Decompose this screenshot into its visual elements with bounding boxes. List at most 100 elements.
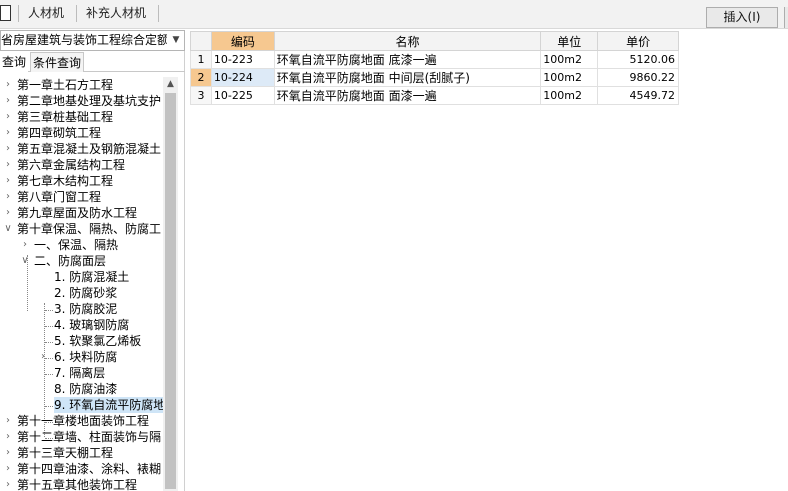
chevron-right-icon[interactable]: › (20, 237, 30, 253)
tree-node-label: 第十四章油漆、涂料、裱糊 (17, 462, 162, 476)
tree-node[interactable]: ∨ 二、防腐面层 (0, 253, 163, 269)
chevron-right-icon[interactable]: › (3, 125, 13, 141)
code-column-header[interactable]: 编码 (210, 31, 275, 51)
tree-scrollbar[interactable]: ▲ (163, 77, 178, 491)
name-cell[interactable]: 环氧自流平防腐地面 中间层(刮腻子) (273, 68, 542, 87)
tree-node-label: 1. 防腐混凝土 (54, 270, 130, 284)
chevron-right-icon[interactable]: › (3, 93, 13, 109)
chevron-right-icon[interactable]: › (3, 445, 13, 461)
chevron-right-icon[interactable]: › (3, 189, 13, 205)
tree-node[interactable]: › 第三章桩基础工程 (0, 109, 163, 125)
tree-node[interactable]: 2. 防腐砂浆 (0, 285, 163, 301)
name-cell[interactable]: 环氧自流平防腐地面 面漆一遍 (273, 86, 542, 105)
chevron-down-icon[interactable]: ∨ (20, 253, 30, 269)
tree-node-label: 第八章门窗工程 (17, 190, 102, 204)
tree-node[interactable]: 5. 软聚氯乙烯板 (0, 333, 163, 349)
tree-node-label: 第七章木结构工程 (17, 174, 114, 188)
tree-node-label: 第十五章其他装饰工程 (17, 478, 138, 491)
chevron-right-icon[interactable]: › (3, 413, 13, 429)
chevron-right-icon[interactable]: › (3, 205, 13, 221)
tree-node-label: 2. 防腐砂浆 (54, 286, 118, 300)
chevron-right-icon[interactable]: › (3, 477, 13, 491)
tree-node-label: 9. 环氧自流平防腐地 (54, 397, 163, 413)
tree-node-label: 第一章土石方工程 (17, 78, 114, 92)
chevron-right-icon[interactable]: › (3, 429, 13, 445)
tree-node[interactable]: › 第十三章天棚工程 (0, 445, 163, 461)
tree-node[interactable]: › 第一章土石方工程 (0, 77, 163, 93)
tree-node[interactable]: 4. 玻璃钢防腐 (0, 317, 163, 333)
tree-node-label: 第四章砌筑工程 (17, 126, 102, 140)
top-toolbar: 人材机 补充人材机 插入(I) (0, 0, 788, 29)
tree-node[interactable]: 1. 防腐混凝土 (0, 269, 163, 285)
quota-library-select[interactable]: 省房屋建筑与装饰工程综合定额 ▼ (0, 30, 185, 51)
tree-node-label: 第五章混凝土及钢筋混凝土 (17, 142, 162, 156)
scrollbar-thumb[interactable] (165, 93, 176, 489)
chevron-down-icon[interactable]: ∨ (3, 221, 13, 237)
tree-node[interactable]: 8. 防腐油漆 (0, 381, 163, 397)
table-row[interactable]: 1 10-223 环氧自流平防腐地面 底漆一遍 100m2 5120.06 (190, 50, 679, 69)
tree-node-label: 7. 隔离层 (54, 366, 106, 380)
chevron-right-icon[interactable]: › (3, 157, 13, 173)
tree-node[interactable]: › 第九章屋面及防水工程 (0, 205, 163, 221)
tree-node-label: 第十三章天棚工程 (17, 446, 114, 460)
table-header-row: 编码 名称 单位 单价 (190, 31, 679, 51)
tree-node[interactable]: 3. 防腐胶泥 (0, 301, 163, 317)
unit-cell[interactable]: 100m2 (540, 68, 599, 87)
unit-cell[interactable]: 100m2 (540, 86, 599, 105)
code-cell[interactable]: 10-225 (210, 86, 275, 105)
chevron-down-icon[interactable]: ▼ (168, 31, 184, 50)
chevron-right-icon[interactable]: › (38, 349, 48, 365)
row-number: 3 (190, 86, 212, 105)
tree-node[interactable]: › 第十四章油漆、涂料、裱糊 (0, 461, 163, 477)
toolbar-divider (18, 5, 19, 22)
unit-cell[interactable]: 100m2 (540, 50, 599, 69)
tree-node[interactable]: › 第二章地基处理及基坑支护 (0, 93, 163, 109)
price-column-header[interactable]: 单价 (597, 31, 679, 51)
price-cell[interactable]: 5120.06 (597, 50, 679, 69)
tree-node[interactable]: 7. 隔离层 (0, 365, 163, 381)
tree-node-label: 第九章屋面及防水工程 (17, 206, 138, 220)
tree-node-label: 第六章金属结构工程 (17, 158, 126, 172)
chevron-right-icon[interactable]: › (3, 77, 13, 93)
tree-node[interactable]: ∨ 第十章保温、隔热、防腐工 (0, 221, 163, 237)
code-cell[interactable]: 10-224 (210, 68, 275, 87)
name-cell[interactable]: 环氧自流平防腐地面 底漆一遍 (273, 50, 542, 69)
chevron-right-icon[interactable]: › (3, 173, 13, 189)
tree-node[interactable]: › 第十二章墙、柱面装饰与隔 (0, 429, 163, 445)
toolbar-divider (158, 5, 159, 22)
tree-node[interactable]: 9. 环氧自流平防腐地 (0, 397, 163, 413)
tree-node[interactable]: › 第六章金属结构工程 (0, 157, 163, 173)
unit-column-header[interactable]: 单位 (540, 31, 599, 51)
tree-node-label: 3. 防腐胶泥 (54, 302, 118, 316)
name-column-header[interactable]: 名称 (273, 31, 542, 51)
scroll-up-icon[interactable]: ▲ (163, 77, 178, 91)
price-cell[interactable]: 4549.72 (597, 86, 679, 105)
row-number: 2 (190, 68, 212, 87)
tree-node-label: 第十一章楼地面装饰工程 (17, 414, 150, 428)
tree-node-label: 6. 块料防腐 (54, 350, 118, 364)
tab-labor-material-machine[interactable]: 人材机 (20, 3, 72, 24)
tree-node[interactable]: › 第十一章楼地面装饰工程 (0, 413, 163, 429)
tree-node[interactable]: › 第五章混凝土及钢筋混凝土 (0, 141, 163, 157)
tree-node[interactable]: › 6. 块料防腐 (0, 349, 163, 365)
next-button-edge[interactable] (784, 7, 788, 28)
table-row[interactable]: 2 10-224 环氧自流平防腐地面 中间层(刮腻子) 100m2 9860.2… (190, 68, 679, 87)
chevron-right-icon[interactable]: › (3, 461, 13, 477)
tab-conditional-query[interactable]: 条件查询 (30, 52, 85, 72)
chevron-right-icon[interactable]: › (3, 141, 13, 157)
quota-table: 编码 名称 单位 单价 1 10-223 环氧自流平防腐地面 底漆一遍 100m… (190, 31, 679, 105)
code-cell[interactable]: 10-223 (210, 50, 275, 69)
tree-node[interactable]: › 第十五章其他装饰工程 (0, 477, 163, 491)
tree-node[interactable]: › 第七章木结构工程 (0, 173, 163, 189)
tree-node[interactable]: › 第四章砌筑工程 (0, 125, 163, 141)
tab-supplementary[interactable]: 补充人材机 (78, 3, 154, 24)
tree-node[interactable]: › 第八章门窗工程 (0, 189, 163, 205)
chevron-right-icon[interactable]: › (3, 109, 13, 125)
row-number: 1 (190, 50, 212, 69)
tree-node[interactable]: › 一、保温、隔热 (0, 237, 163, 253)
tab-query[interactable]: 查询 (0, 52, 29, 72)
checkbox-icon[interactable] (0, 5, 11, 21)
table-row[interactable]: 3 10-225 环氧自流平防腐地面 面漆一遍 100m2 4549.72 (190, 86, 679, 105)
insert-button[interactable]: 插入(I) (706, 7, 778, 28)
price-cell[interactable]: 9860.22 (597, 68, 679, 87)
